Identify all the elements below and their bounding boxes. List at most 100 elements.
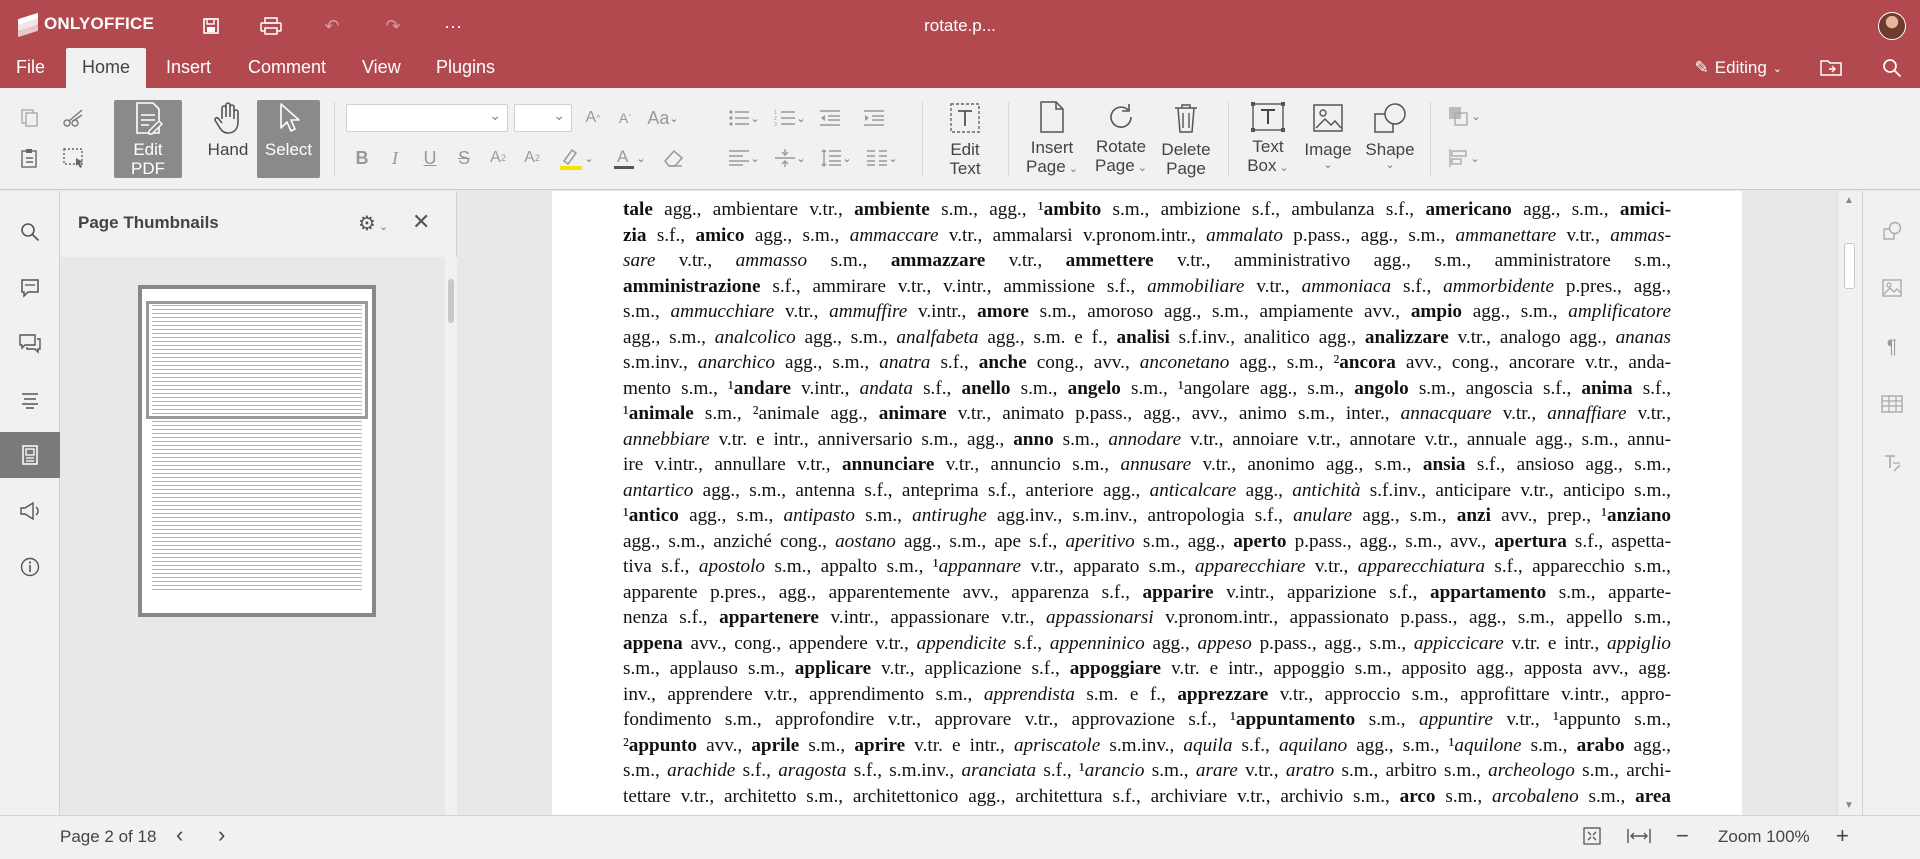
align-left-icon[interactable]: ⌄: [724, 146, 764, 170]
text-line: fondimento s.m., approfondire v.tr., app…: [623, 709, 1671, 730]
italic-button[interactable]: I: [383, 146, 407, 170]
tab-file[interactable]: File: [0, 48, 61, 88]
bold-button[interactable]: B: [350, 146, 374, 170]
fit-to-page-icon[interactable]: [1582, 826, 1602, 851]
undo-icon[interactable]: ↶: [319, 14, 345, 38]
save-icon[interactable]: [198, 14, 224, 38]
strikethrough-button[interactable]: S: [452, 146, 476, 170]
search-icon[interactable]: [1882, 58, 1902, 83]
arrange-icon[interactable]: ⌄: [1444, 104, 1484, 128]
tab-comment[interactable]: Comment: [232, 48, 342, 88]
text-line: inv., apprendere v.tr., apprendimento s.…: [623, 683, 1671, 705]
more-icon[interactable]: ···: [440, 14, 466, 38]
shape-settings-icon[interactable]: [1863, 221, 1920, 247]
close-icon[interactable]: ✕: [412, 209, 430, 235]
subscript-icon[interactable]: A2: [520, 146, 544, 170]
rotate-page-button[interactable]: Rotate Page ⌄: [1090, 100, 1152, 178]
edit-pdf-button[interactable]: Edit PDF: [114, 100, 182, 178]
paste-icon[interactable]: [16, 144, 44, 172]
document-canvas[interactable]: tale agg., ambientare v.tr., ambiente s.…: [457, 191, 1862, 815]
font-size-combo[interactable]: [514, 104, 572, 132]
fit-to-width-icon[interactable]: [1626, 826, 1652, 851]
select-tool-button[interactable]: Select: [257, 100, 320, 178]
next-page-icon[interactable]: ›: [218, 822, 225, 848]
vertical-scrollbar-thumb[interactable]: [1844, 243, 1855, 289]
font-name-combo[interactable]: [346, 104, 508, 132]
user-avatar[interactable]: [1878, 12, 1906, 40]
rotate-icon: [1105, 100, 1137, 133]
page-indicator[interactable]: Page 2 of 18: [60, 827, 156, 847]
align-objects-icon[interactable]: ⌄: [1444, 146, 1484, 170]
text-line: appena avv., cong., appendere v.tr., app…: [623, 632, 1671, 654]
highlight-color-icon[interactable]: ⌄: [556, 144, 596, 172]
tab-insert[interactable]: Insert: [150, 48, 227, 88]
table-settings-icon[interactable]: [1863, 395, 1920, 419]
text-line: tale agg., ambientare v.tr., ambiente s.…: [623, 199, 1671, 220]
tab-home[interactable]: Home: [66, 48, 147, 88]
clear-style-icon[interactable]: [660, 144, 688, 172]
page-thumbnail[interactable]: [138, 285, 376, 617]
insert-page-button[interactable]: Insert Page ⌄: [1022, 100, 1082, 178]
vertical-align-icon[interactable]: ⌄: [770, 146, 810, 170]
toolbar-separator: [1008, 102, 1009, 176]
about-icon[interactable]: [0, 544, 60, 590]
image-settings-icon[interactable]: [1863, 279, 1920, 303]
numbering-icon[interactable]: 1 2 3 ⌄: [770, 106, 810, 130]
print-icon[interactable]: [258, 14, 284, 38]
increase-font-icon[interactable]: A ^: [582, 106, 604, 130]
thumbnail-scrollbar-thumb[interactable]: [448, 279, 454, 323]
zoom-level[interactable]: Zoom 100%: [1718, 827, 1810, 847]
bullets-icon[interactable]: ⌄: [724, 106, 764, 130]
tab-view[interactable]: View: [346, 48, 417, 88]
underline-button[interactable]: U: [418, 146, 442, 170]
scroll-down-icon[interactable]: ▼: [1844, 800, 1854, 811]
viewport-indicator[interactable]: [146, 301, 368, 419]
delete-page-button[interactable]: Delete Page: [1156, 100, 1216, 178]
select-all-icon[interactable]: [60, 144, 88, 172]
decrease-indent-icon[interactable]: [816, 106, 844, 130]
tab-plugins[interactable]: Plugins: [420, 48, 511, 88]
line-spacing-icon[interactable]: ⌄: [816, 146, 856, 170]
text-line: s.m., applauso s.m., applicare v.tr., ap…: [623, 658, 1671, 679]
text-line: agg., s.m., anziché cong., aostano agg.,…: [623, 530, 1671, 552]
copy-icon[interactable]: [16, 104, 44, 132]
chat-icon[interactable]: [0, 321, 60, 367]
thumbnail-scrollbar[interactable]: [445, 257, 457, 815]
edit-text-button[interactable]: Edit Text: [936, 100, 994, 178]
increase-indent-icon[interactable]: [860, 106, 888, 130]
superscript-icon[interactable]: A2: [486, 146, 510, 170]
redo-icon[interactable]: ↷: [380, 14, 406, 38]
app-brand: ONLYOFFICE: [44, 14, 154, 33]
pdf-page[interactable]: tale agg., ambientare v.tr., ambiente s.…: [552, 191, 1742, 815]
zoom-in-icon[interactable]: +: [1836, 823, 1849, 849]
feedback-icon[interactable]: [0, 488, 60, 534]
decrease-font-icon[interactable]: Aˇ: [614, 106, 636, 130]
headings-icon[interactable]: [0, 377, 60, 423]
cut-icon[interactable]: [60, 104, 88, 132]
thumbnail-settings-button[interactable]: ⚙ ⌄: [358, 211, 388, 236]
ribbon-tabs: File Home Insert Comment View Plugins ✎ …: [0, 48, 1920, 88]
text-line: ire v.intr., annullare v.tr., annunciare…: [623, 454, 1671, 475]
editing-mode-button[interactable]: ✎ Editing ⌄: [1695, 58, 1782, 78]
find-icon[interactable]: [0, 209, 60, 255]
svg-text:3: 3: [774, 122, 777, 127]
change-case-icon[interactable]: Aa ⌄: [646, 106, 680, 130]
vertical-scrollbar[interactable]: ▲ ▼: [1837, 191, 1862, 815]
page-thumbnails-icon[interactable]: [0, 432, 60, 478]
zoom-out-icon[interactable]: −: [1676, 823, 1689, 849]
scroll-up-icon[interactable]: ▲: [1844, 195, 1854, 206]
text-line: nenza s.f., appartenere v.intr., appassi…: [623, 607, 1671, 628]
open-location-icon[interactable]: [1820, 58, 1842, 81]
columns-icon[interactable]: ⌄: [862, 146, 902, 170]
font-color-icon[interactable]: A ⌄: [610, 144, 648, 172]
text-art-settings-icon[interactable]: [1863, 453, 1920, 479]
edit-pdf-label: Edit PDF: [131, 140, 165, 178]
comments-icon[interactable]: [0, 265, 60, 311]
prev-page-icon[interactable]: ‹: [176, 822, 183, 848]
chevron-down-icon: ⌄: [1772, 62, 1782, 75]
hand-tool-button[interactable]: Hand: [196, 100, 260, 178]
shape-button[interactable]: Shape ⌄: [1360, 100, 1420, 178]
image-button[interactable]: Image ⌄: [1300, 100, 1356, 178]
text-box-button[interactable]: Text Box ⌄: [1240, 100, 1296, 178]
paragraph-settings-icon[interactable]: ¶: [1863, 337, 1920, 359]
